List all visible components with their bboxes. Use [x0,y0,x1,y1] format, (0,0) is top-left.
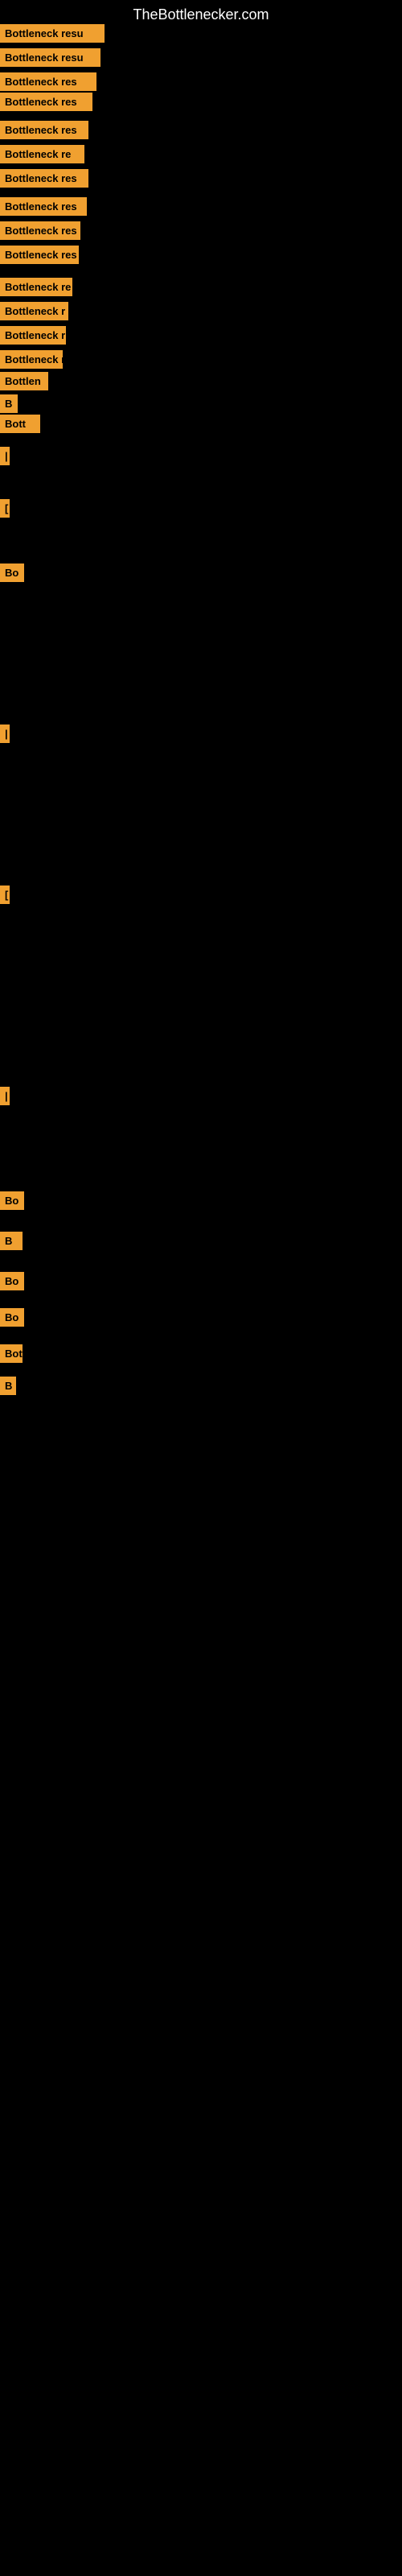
bottleneck-item-2: Bottleneck resu [0,48,100,67]
bottleneck-item-8: Bottleneck res [0,197,87,216]
bottleneck-item-20: Bo [0,564,24,582]
bottleneck-item-29: B [0,1377,16,1395]
bottleneck-item-24: Bo [0,1191,24,1210]
bottleneck-item-4: Bottleneck res [0,93,92,111]
bottleneck-item-6: Bottleneck re [0,145,84,163]
bottleneck-item-19: [ [0,499,10,518]
bottleneck-item-1: Bottleneck resu [0,24,105,43]
bottleneck-item-22: [ [0,886,10,904]
bottleneck-item-10: Bottleneck res [0,246,79,264]
bottleneck-item-28: Bott [0,1344,23,1363]
bottleneck-item-25: B [0,1232,23,1250]
bottleneck-item-15: Bottlen [0,372,48,390]
bottleneck-item-23: | [0,1087,10,1105]
bottleneck-item-18: | [0,447,10,465]
bottleneck-item-13: Bottleneck r [0,326,66,345]
bottleneck-item-3: Bottleneck res [0,72,96,91]
bottleneck-item-16: B [0,394,18,413]
bottleneck-item-12: Bottleneck r [0,302,68,320]
bottleneck-item-11: Bottleneck re [0,278,72,296]
bottleneck-item-27: Bo [0,1308,24,1327]
bottleneck-item-7: Bottleneck res [0,169,88,188]
bottleneck-item-21: | [0,724,10,743]
bottleneck-item-14: Bottleneck r [0,350,63,369]
bottleneck-item-5: Bottleneck res [0,121,88,139]
site-title: TheBottlenecker.com [0,0,402,27]
bottleneck-item-26: Bo [0,1272,24,1290]
bottleneck-item-17: Bott [0,415,40,433]
bottleneck-item-9: Bottleneck res [0,221,80,240]
